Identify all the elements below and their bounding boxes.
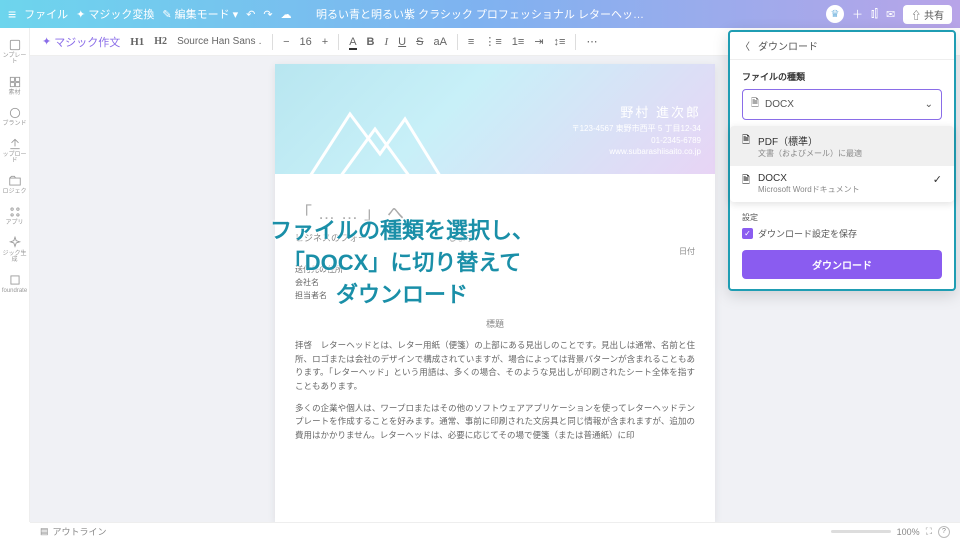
sidebar-magic[interactable]: ジック生成	[1, 232, 29, 267]
file-icon: 🗎	[751, 96, 759, 113]
letterhead-web: www.subarashiisaito.co.jp	[572, 147, 701, 156]
separator	[338, 34, 339, 50]
indent-button[interactable]: ⇥	[534, 35, 543, 48]
option-pdf[interactable]: 🗎 PDF（標準） 文書（およびメール）に最適	[730, 126, 954, 166]
letterhead-address: 〒123-4567 東野市西平 5 丁目12-34	[572, 123, 701, 134]
sidebar-brand[interactable]: ブランド	[1, 102, 29, 131]
separator	[457, 34, 458, 50]
share-button[interactable]: ⇧ 共有	[903, 5, 952, 24]
filetype-dropdown: 🗎 PDF（標準） 文書（およびメール）に最適 🗎 DOCX Microsoft…	[730, 126, 954, 202]
sidebar-project[interactable]: ロジェク	[1, 170, 29, 199]
zoom-value[interactable]: 100%	[897, 527, 920, 537]
sidebar-foundrate[interactable]: foundrate	[1, 269, 29, 298]
case-button[interactable]: aA	[433, 36, 446, 48]
separator	[272, 34, 273, 50]
align-button[interactable]: ≡	[468, 36, 474, 48]
save-settings-checkbox[interactable]: ✓ ダウンロード設定を保存	[742, 227, 942, 240]
help-icon[interactable]: ?	[938, 526, 950, 538]
bullet-list-button[interactable]: ⋮≡	[484, 35, 501, 48]
font-size-decrease[interactable]: −	[283, 36, 289, 48]
sidebar-elements[interactable]: 素材	[1, 71, 29, 100]
underline-button[interactable]: U	[398, 36, 406, 48]
file-icon: 🗎	[742, 133, 750, 150]
fullscreen-icon[interactable]: ⛶	[926, 526, 932, 537]
panel-header: 〈 ダウンロード	[730, 32, 954, 60]
option-docx[interactable]: 🗎 DOCX Microsoft Wordドキュメント ✓	[730, 166, 954, 202]
font-size-value[interactable]: 16	[300, 36, 312, 48]
edit-mode[interactable]: ✎ 編集モード ▾	[162, 6, 238, 22]
filetype-label: ファイルの種類	[742, 70, 942, 83]
sidebar-templates[interactable]: ンプレート	[1, 34, 29, 69]
file-menu[interactable]: ファイル	[24, 6, 68, 22]
magic-convert[interactable]: ✦ マジック変換	[76, 6, 154, 22]
heading1-button[interactable]: H1	[130, 36, 144, 48]
menu-icon[interactable]: ≡	[8, 6, 16, 22]
comment-icon[interactable]: ✉	[886, 8, 895, 21]
add-icon[interactable]: ＋	[852, 6, 863, 22]
tutorial-annotation: ファイルの種類を選択し、 「DOCX」に切り替えて ダウンロード	[270, 215, 534, 311]
sidebar-upload[interactable]: ップロード	[1, 133, 29, 168]
body-paragraph-1[interactable]: 拝啓 レターヘッドとは、レター用紙（便箋）の上部にある見出しのことです。見出しは…	[295, 339, 695, 393]
document-title[interactable]: 明るい青と明るい紫 クラシック プロフェッショナル レターヘッ…	[316, 6, 644, 22]
separator	[575, 34, 576, 50]
more-button[interactable]: ⋯	[586, 35, 597, 48]
download-panel: 〈 ダウンロード ファイルの種類 🗎 DOCX ⌄ 🗎 PDF（標準） 文書（お…	[728, 30, 956, 291]
analytics-icon[interactable]: ⫾⫿	[871, 8, 878, 21]
download-button[interactable]: ダウンロード	[742, 250, 942, 279]
outline-icon: ▤	[40, 526, 49, 537]
chevron-down-icon: ⌄	[925, 99, 933, 110]
settings-label: 設定	[742, 212, 942, 223]
letterhead-name: 野村 進次郎	[572, 102, 701, 121]
filetype-select[interactable]: 🗎 DOCX ⌄	[742, 89, 942, 120]
selected-type: DOCX	[765, 99, 794, 110]
sidebar-apps[interactable]: アプリ	[1, 201, 29, 230]
italic-button[interactable]: I	[384, 36, 388, 48]
cloud-save-icon: ☁	[281, 8, 292, 21]
subject-heading[interactable]: 標題	[295, 317, 695, 331]
back-icon[interactable]: 〈	[740, 38, 750, 53]
bold-button[interactable]: B	[367, 36, 375, 48]
strike-button[interactable]: S	[416, 36, 423, 48]
magic-write-button[interactable]: ✦ マジック作文	[42, 34, 120, 50]
top-bar: ≡ ファイル ✦ マジック変換 ✎ 編集モード ▾ ↶ ↷ ☁ 明るい青と明るい…	[0, 0, 960, 28]
left-sidebar: ンプレート 素材 ブランド ップロード ロジェク アプリ ジック生成 found…	[0, 28, 30, 522]
letterhead-banner: 野村 進次郎 〒123-4567 東野市西平 5 丁目12-34 01-2345…	[275, 64, 715, 174]
font-size-increase[interactable]: +	[322, 36, 328, 48]
text-color-button[interactable]: A	[349, 36, 356, 48]
panel-title: ダウンロード	[758, 38, 818, 53]
file-icon: 🗎	[742, 173, 750, 190]
heading2-button[interactable]: H2	[154, 36, 167, 47]
zoom-slider[interactable]	[831, 530, 891, 533]
outline-toggle[interactable]: ▤ アウトライン	[40, 525, 107, 538]
font-family-select[interactable]: Source Han Sans …	[177, 36, 262, 47]
undo-icon[interactable]: ↶	[246, 8, 255, 21]
body-paragraph-2[interactable]: 多くの企業や個人は、ワープロまたはその他のソフトウェアアプリケーションを使ってレ…	[295, 402, 695, 443]
mountain-graphic	[305, 94, 485, 174]
status-bar: ▤ アウトライン 100% ⛶ ?	[30, 522, 960, 540]
spacing-button[interactable]: ↕≡	[554, 36, 566, 48]
number-list-button[interactable]: 1≡	[512, 36, 525, 48]
letterhead-phone: 01-2345-6789	[572, 136, 701, 145]
checkbox-checked-icon: ✓	[742, 228, 753, 239]
check-icon: ✓	[933, 173, 942, 186]
pro-icon[interactable]: ♛	[826, 5, 844, 23]
redo-icon[interactable]: ↷	[263, 8, 272, 21]
